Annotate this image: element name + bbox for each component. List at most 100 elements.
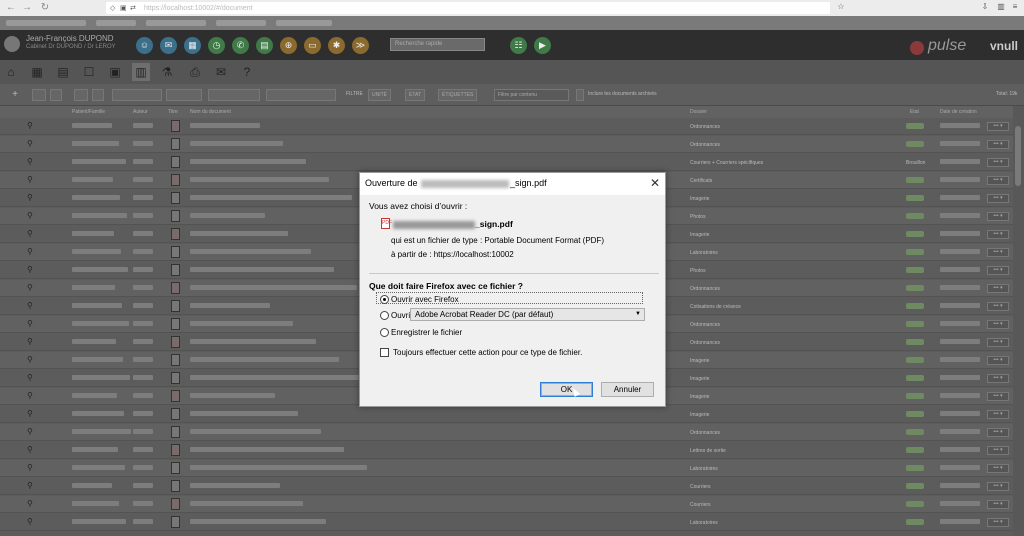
content-filter-input[interactable]: Filtre par contenu	[494, 89, 569, 101]
preview-icon[interactable]: ⚲	[27, 445, 33, 454]
wallet-icon[interactable]: ▭	[304, 37, 321, 54]
preview-icon[interactable]: ⚲	[27, 481, 33, 490]
action-button[interactable]	[266, 89, 336, 101]
radio-selected[interactable]	[380, 294, 389, 304]
add-icon[interactable]: +	[6, 86, 24, 104]
back-icon[interactable]: ←	[4, 1, 18, 15]
column-header[interactable]: Dossier	[690, 109, 707, 115]
bookmark-item[interactable]	[6, 20, 86, 26]
row-menu-button[interactable]: ••• ▾	[987, 158, 1009, 167]
print-icon[interactable]: ⎙	[186, 63, 204, 81]
row-menu-button[interactable]: ••• ▾	[987, 212, 1009, 221]
unit-filter[interactable]: UNITÉ	[368, 89, 391, 101]
settings-icon[interactable]: ✱	[328, 37, 345, 54]
row-menu-button[interactable]: ••• ▾	[987, 140, 1009, 149]
preview-icon[interactable]: ⚲	[27, 247, 33, 256]
row-menu-button[interactable]: ••• ▾	[987, 410, 1009, 419]
patients-icon[interactable]: ☺	[136, 37, 153, 54]
close-icon[interactable]: ✕	[650, 176, 660, 190]
open-with-firefox-option[interactable]: Ouvrir avec Firefox	[380, 293, 459, 305]
column-header[interactable]: Date de création	[940, 109, 977, 115]
radio-unselected[interactable]	[380, 310, 389, 320]
avatar[interactable]	[4, 36, 20, 52]
column-header[interactable]: Etat	[910, 109, 919, 115]
cancel-button[interactable]: Annuler	[601, 382, 654, 397]
folder-icon[interactable]: ▣	[106, 63, 124, 81]
downloads-icon[interactable]: ⇩	[980, 2, 990, 12]
action-button[interactable]	[112, 89, 162, 101]
help-icon[interactable]: ?	[238, 63, 256, 81]
save-file-option[interactable]: Enregistrer le fichier	[380, 326, 462, 338]
preview-icon[interactable]: ⚲	[27, 121, 33, 130]
preview-icon[interactable]: ⚲	[27, 301, 33, 310]
messages-icon[interactable]: ✉	[160, 37, 177, 54]
ok-button[interactable]: OK	[540, 382, 593, 397]
preview-icon[interactable]: ⚲	[27, 229, 33, 238]
preview-icon[interactable]: ⚲	[27, 355, 33, 364]
table-row[interactable]: ⚲ Courriers ••• ▾	[0, 496, 1013, 513]
mail-icon[interactable]: ✉	[212, 63, 230, 81]
video-icon[interactable]: ▶	[534, 37, 551, 54]
clipboard-icon[interactable]: ▤	[256, 37, 273, 54]
row-menu-button[interactable]: ••• ▾	[987, 374, 1009, 383]
row-menu-button[interactable]: ••• ▾	[987, 500, 1009, 509]
preview-icon[interactable]: ⚲	[27, 283, 33, 292]
column-header[interactable]: Nom du document	[190, 109, 231, 115]
preview-icon[interactable]: ⚲	[27, 139, 33, 148]
menu-icon[interactable]: ≡	[1010, 2, 1020, 12]
row-menu-button[interactable]: ••• ▾	[987, 194, 1009, 203]
calendar-icon[interactable]: ▦	[28, 63, 46, 81]
chevrons-icon[interactable]: ≫	[352, 37, 369, 54]
table-row[interactable]: ⚲ Laboratoires ••• ▾	[0, 460, 1013, 477]
preview-icon[interactable]: ⚲	[27, 391, 33, 400]
home-icon[interactable]: ⌂	[2, 63, 20, 81]
row-menu-button[interactable]: ••• ▾	[987, 338, 1009, 347]
chat-icon[interactable]: ☷	[510, 37, 527, 54]
preview-icon[interactable]: ⚲	[27, 373, 33, 382]
column-header[interactable]: Auteur	[133, 109, 148, 115]
row-menu-button[interactable]: ••• ▾	[987, 176, 1009, 185]
table-row[interactable]: ⚲ Courriers + Courriers spécifiques Brouil…	[0, 154, 1013, 171]
preview-icon[interactable]: ⚲	[27, 463, 33, 472]
documents-icon[interactable]: ▥	[132, 63, 150, 81]
table-row[interactable]: ⚲ Ordonnances ••• ▾	[0, 136, 1013, 153]
bookmark-item[interactable]	[96, 20, 136, 26]
row-menu-button[interactable]: ••• ▾	[987, 284, 1009, 293]
list-button[interactable]	[92, 89, 104, 101]
toggle-button[interactable]	[32, 89, 46, 101]
checkbox[interactable]	[380, 348, 389, 357]
row-menu-button[interactable]: ••• ▾	[987, 320, 1009, 329]
row-menu-button[interactable]: ••• ▾	[987, 428, 1009, 437]
lab-icon[interactable]: ⚗	[158, 63, 176, 81]
quick-search-input[interactable]: Recherche rapide	[390, 38, 485, 51]
row-menu-button[interactable]: ••• ▾	[987, 464, 1009, 473]
bookmark-item[interactable]	[216, 20, 266, 26]
row-menu-button[interactable]: ••• ▾	[987, 392, 1009, 401]
preview-icon[interactable]: ⚲	[27, 193, 33, 202]
row-menu-button[interactable]: ••• ▾	[987, 248, 1009, 257]
forward-icon[interactable]: →	[20, 1, 34, 15]
view-button[interactable]	[74, 89, 88, 101]
always-do-checkbox[interactable]: Toujours effectuer cette action pour ce …	[380, 348, 582, 357]
row-menu-button[interactable]: ••• ▾	[987, 266, 1009, 275]
state-filter[interactable]: ÉTAT	[405, 89, 426, 101]
table-row[interactable]: ⚲ Ordonnances ••• ▾	[0, 424, 1013, 441]
row-menu-button[interactable]: ••• ▾	[987, 302, 1009, 311]
table-row[interactable]: ⚲ Courriers ••• ▾	[0, 478, 1013, 495]
preview-icon[interactable]: ⚲	[27, 427, 33, 436]
scrollbar-thumb[interactable]	[1015, 126, 1021, 186]
column-header[interactable]: Titre	[168, 109, 178, 115]
preview-icon[interactable]: ⚲	[27, 265, 33, 274]
action-button[interactable]	[166, 89, 202, 101]
row-menu-button[interactable]: ••• ▾	[987, 482, 1009, 491]
table-row[interactable]: ⚲ Ordonnances ••• ▾	[0, 118, 1013, 135]
table-row[interactable]: ⚲ Imagerie ••• ▾	[0, 406, 1013, 423]
preview-icon[interactable]: ⚲	[27, 175, 33, 184]
preview-icon[interactable]: ⚲	[27, 157, 33, 166]
row-menu-button[interactable]: ••• ▾	[987, 446, 1009, 455]
library-icon[interactable]: ▥	[996, 2, 1006, 12]
contacts-icon[interactable]: ☐	[80, 63, 98, 81]
preview-icon[interactable]: ⚲	[27, 517, 33, 526]
preview-icon[interactable]: ⚲	[27, 337, 33, 346]
clock-icon[interactable]: ◷	[208, 37, 225, 54]
